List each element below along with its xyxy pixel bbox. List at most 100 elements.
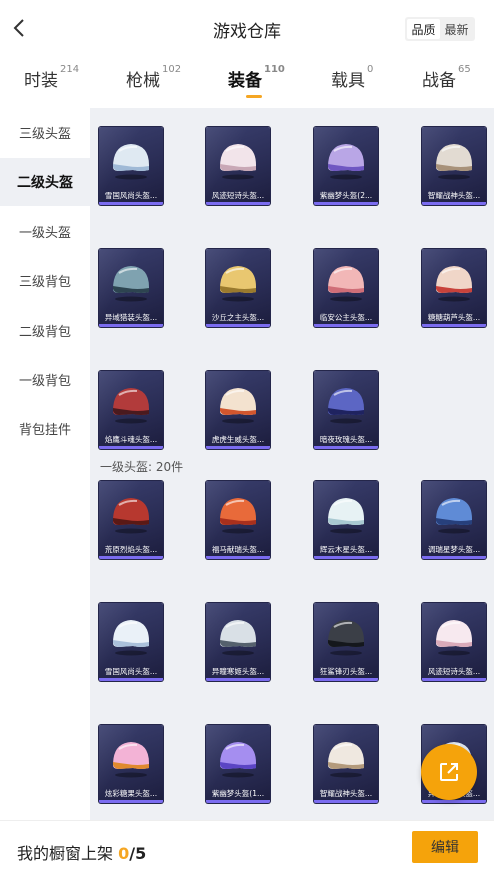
item-name: 智耀战神头盔... <box>319 789 373 798</box>
helmet-icon <box>220 266 256 302</box>
helmet-icon <box>328 742 364 778</box>
sidebar-item-level1-backpack[interactable]: 一级背包 <box>0 355 90 403</box>
sidebar-item-level1-helmet[interactable]: 一级头盔 <box>0 207 90 255</box>
item-name: 雪国风尚头盔... <box>104 191 158 200</box>
quality-bar <box>314 324 378 327</box>
active-tab-indicator <box>246 95 262 98</box>
helmet-item-card[interactable]: 异域猎装头盔... <box>99 249 163 327</box>
item-name: 荒原烈焰头盔... <box>104 545 158 554</box>
helmet-item-card[interactable]: 风迹短诗头盔... <box>422 603 486 681</box>
item-name: 智耀战神头盔... <box>427 191 481 200</box>
helmet-icon <box>220 144 256 180</box>
sort-toggle: 品质 最新 <box>405 17 475 41</box>
item-grid: 一级头盔: 20件 雪国风尚头盔... 风迹短诗头盔... 紫幽梦头盔(2... 智耀… <box>90 108 494 820</box>
showcase-status: 我的橱窗上架 0/5 <box>17 840 146 864</box>
helmet-item-card[interactable]: 炫彩糖果头盔... <box>99 725 163 803</box>
sidebar-item-backpack-charm[interactable]: 背包挂件 <box>0 404 90 452</box>
sidebar-item-level2-backpack[interactable]: 二级背包 <box>0 306 90 354</box>
helmet-item-card[interactable]: 辉云木星头盔... <box>314 481 378 559</box>
helmet-item-card[interactable]: 狂鲨锋刃头盔... <box>314 603 378 681</box>
quality-bar <box>99 324 163 327</box>
item-name: 暗夜玫瑰头盔... <box>319 435 373 444</box>
helmet-item-card[interactable]: 暗夜玫瑰头盔... <box>314 371 378 449</box>
helmet-item-card[interactable]: 雪国风尚头盔... <box>99 603 163 681</box>
quality-bar <box>422 324 486 327</box>
tab-supplies[interactable]: 战备65 <box>422 64 471 91</box>
helmet-icon <box>328 266 364 302</box>
helmet-item-card[interactable]: 雪国风尚头盔... <box>99 127 163 205</box>
helmet-item-card[interactable]: 福马献瑞头盔... <box>206 481 270 559</box>
helmet-icon <box>113 742 149 778</box>
quality-bar <box>206 446 270 449</box>
share-fab-button[interactable] <box>421 744 477 800</box>
helmet-icon <box>436 498 472 534</box>
helmet-item-card[interactable]: 异瞳寒姬头盔... <box>206 603 270 681</box>
quality-bar <box>314 800 378 803</box>
helmet-icon <box>436 620 472 656</box>
tab-equipment[interactable]: 装备110 <box>228 64 285 91</box>
helmet-icon <box>220 742 256 778</box>
helmet-item-card[interactable]: 调瑞星梦头盔... <box>422 481 486 559</box>
helmet-item-card[interactable]: 智耀战神头盔... <box>314 725 378 803</box>
sidebar-item-level3-backpack[interactable]: 三级背包 <box>0 256 90 304</box>
sort-quality-button[interactable]: 品质 <box>407 19 440 39</box>
item-name: 糖糖葫芦头盔... <box>427 313 481 322</box>
helmet-item-card[interactable]: 临安公主头盔... <box>314 249 378 327</box>
helmet-item-card[interactable]: 紫幽梦头盔(1... <box>206 725 270 803</box>
helmet-item-card[interactable]: 焰鹰斗魂头盔... <box>99 371 163 449</box>
edit-button[interactable]: 编辑 <box>412 831 478 863</box>
item-name: 福马献瑞头盔... <box>211 545 265 554</box>
item-name: 临安公主头盔... <box>319 313 373 322</box>
helmet-item-card[interactable]: 荒原烈焰头盔... <box>99 481 163 559</box>
quality-bar <box>422 202 486 205</box>
item-name: 狂鲨锋刃头盔... <box>319 667 373 676</box>
item-name: 焰鹰斗魂头盔... <box>104 435 158 444</box>
quality-bar <box>99 800 163 803</box>
helmet-icon <box>328 498 364 534</box>
helmet-item-card[interactable]: 沙丘之主头盔... <box>206 249 270 327</box>
helmet-icon <box>436 144 472 180</box>
helmet-item-card[interactable]: 智耀战神头盔... <box>422 127 486 205</box>
showcase-total: /5 <box>129 844 147 863</box>
helmet-icon <box>113 498 149 534</box>
quality-bar <box>99 678 163 681</box>
quality-bar <box>99 202 163 205</box>
quality-bar <box>206 678 270 681</box>
quality-bar <box>206 324 270 327</box>
tab-weapons[interactable]: 枪械102 <box>126 64 181 91</box>
quality-bar <box>99 446 163 449</box>
helmet-icon <box>113 388 149 424</box>
helmet-icon <box>220 498 256 534</box>
helmet-item-card[interactable]: 紫幽梦头盔(2... <box>314 127 378 205</box>
item-name: 调瑞星梦头盔... <box>427 545 481 554</box>
section-label-level1-helmet: 一级头盔: 20件 <box>100 460 184 474</box>
sidebar: 三级头盔 二级头盔 一级头盔 三级背包 二级背包 一级背包 背包挂件 <box>0 108 90 820</box>
helmet-icon <box>328 388 364 424</box>
item-name: 异瞳寒姬头盔... <box>211 667 265 676</box>
quality-bar <box>314 202 378 205</box>
sort-newest-button[interactable]: 最新 <box>440 19 473 39</box>
header: 游戏仓库 品质 最新 <box>0 0 494 58</box>
quality-bar <box>206 556 270 559</box>
sidebar-item-level3-helmet[interactable]: 三级头盔 <box>0 108 90 156</box>
item-name: 虎虎生威头盔... <box>211 435 265 444</box>
item-name: 风迹短诗头盔... <box>427 667 481 676</box>
quality-bar <box>206 202 270 205</box>
helmet-item-card[interactable]: 风迹短诗头盔... <box>206 127 270 205</box>
quality-bar <box>422 556 486 559</box>
item-name: 风迹短诗头盔... <box>211 191 265 200</box>
quality-bar <box>422 800 486 803</box>
sidebar-item-level2-helmet[interactable]: 二级头盔 <box>0 158 90 206</box>
item-name: 沙丘之主头盔... <box>211 313 265 322</box>
footer: 我的橱窗上架 0/5 编辑 <box>0 820 494 876</box>
external-link-icon <box>440 763 458 781</box>
item-name: 异域猎装头盔... <box>104 313 158 322</box>
helmet-item-card[interactable]: 虎虎生威头盔... <box>206 371 270 449</box>
helmet-icon <box>436 266 472 302</box>
item-name: 辉云木星头盔... <box>319 545 373 554</box>
quality-bar <box>206 800 270 803</box>
tab-vehicles[interactable]: 载具0 <box>331 64 373 91</box>
tab-fashion[interactable]: 时装214 <box>24 64 79 91</box>
helmet-item-card[interactable]: 糖糖葫芦头盔... <box>422 249 486 327</box>
item-name: 紫幽梦头盔(2... <box>319 191 373 200</box>
